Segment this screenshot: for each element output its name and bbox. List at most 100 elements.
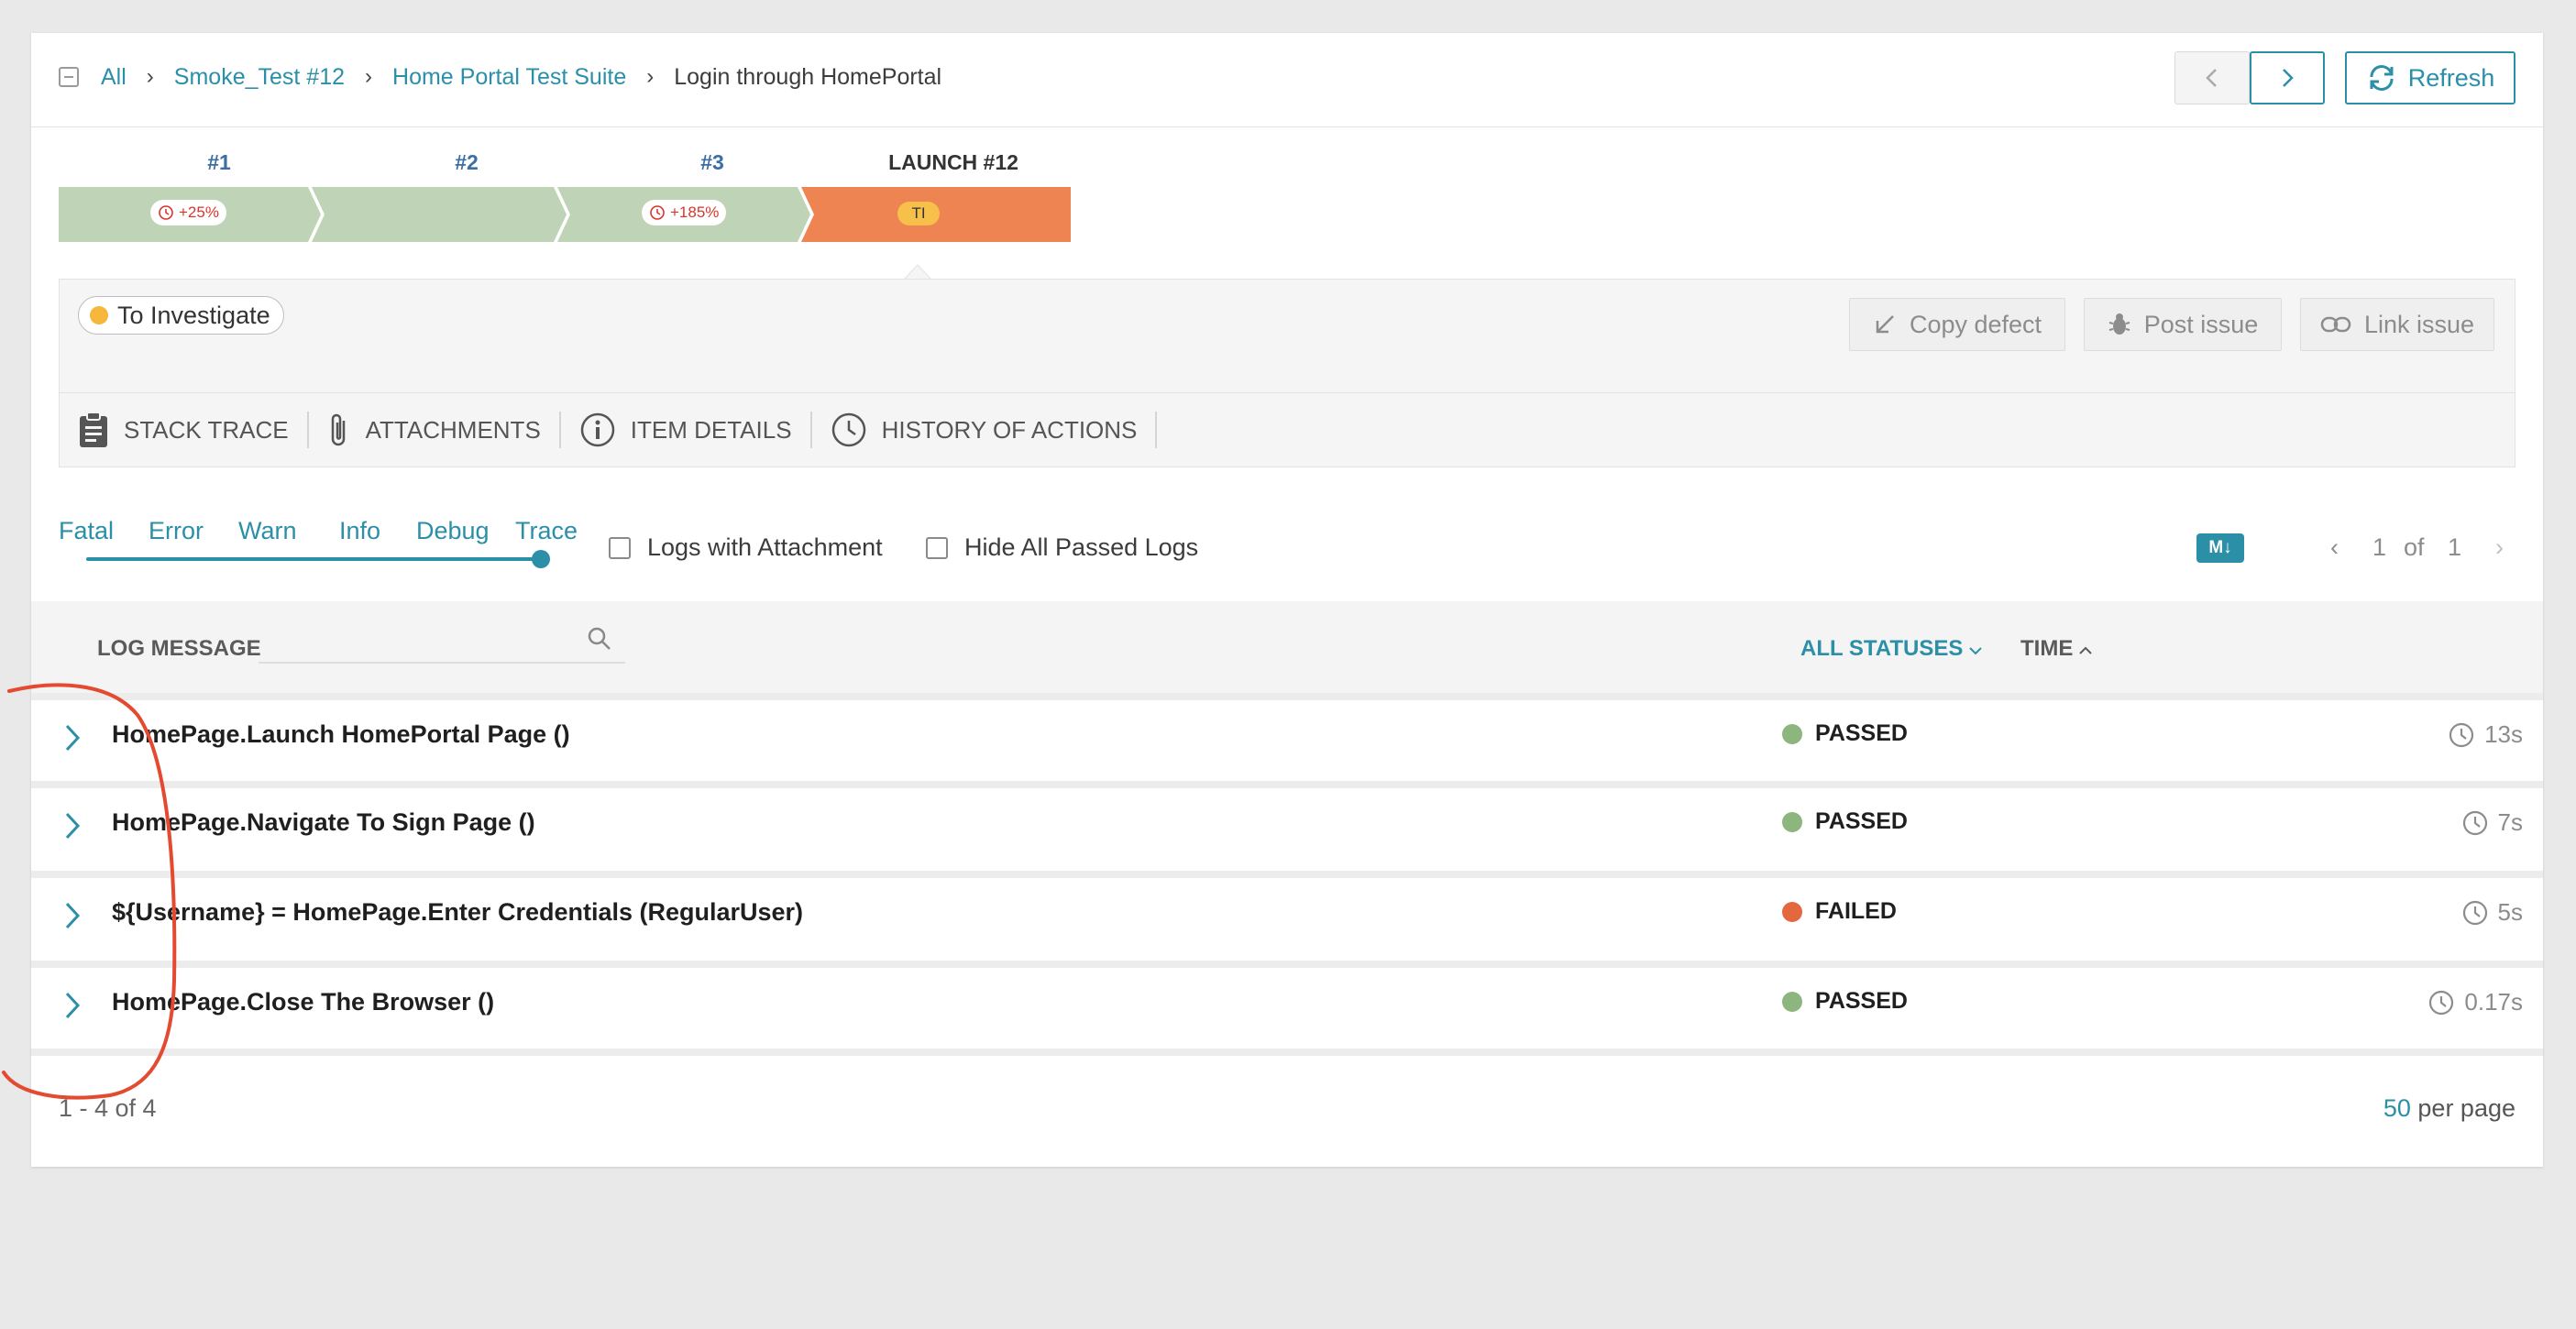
log-message-search-input[interactable] — [259, 662, 625, 664]
level-warn[interactable]: Warn — [238, 517, 297, 545]
history-duration-badge-3: +185% — [642, 200, 727, 225]
prev-item-button[interactable] — [2174, 51, 2250, 104]
history-delta-1: +25% — [179, 203, 219, 221]
log-duration: 5s — [2461, 898, 2523, 927]
status-dot — [1782, 811, 1802, 832]
tab-stack-trace[interactable]: STACK TRACE — [60, 412, 309, 448]
history-label-2[interactable]: #2 — [416, 150, 517, 175]
table-row[interactable]: HomePage.Close The Browser () PASSED 0.1… — [31, 961, 2543, 1049]
ti-badge: TI — [897, 202, 940, 225]
chevron-up-icon — [2079, 646, 2092, 654]
status-badge: PASSED — [1782, 988, 1908, 1015]
per-page-value[interactable]: 50 — [2383, 1094, 2411, 1122]
breadcrumb-suite[interactable]: Home Portal Test Suite — [392, 64, 626, 91]
next-item-button[interactable] — [2250, 51, 2325, 104]
status-dot — [1782, 901, 1802, 922]
refresh-icon — [2370, 65, 2394, 91]
status-badge: PASSED — [1782, 720, 1908, 747]
post-issue-button[interactable]: Post issue — [2084, 298, 2282, 351]
level-trace[interactable]: Trace — [515, 517, 578, 545]
item-tabs: STACK TRACE ATTACHMENTS ITEM DETAILS HIS… — [59, 392, 2515, 467]
logs-with-attachment-filter[interactable]: Logs with Attachment — [609, 533, 883, 562]
table-row[interactable]: HomePage.Navigate To Sign Page () PASSED… — [31, 781, 2543, 871]
hide-passed-filter[interactable]: Hide All Passed Logs — [926, 533, 1198, 562]
clock-icon — [2429, 990, 2454, 1015]
level-info[interactable]: Info — [339, 517, 380, 545]
tab-item-details[interactable]: ITEM DETAILS — [561, 412, 812, 448]
breadcrumb-all[interactable]: All — [101, 64, 127, 91]
per-page-label: per page — [2417, 1094, 2515, 1122]
link-issue-button[interactable]: Link issue — [2300, 298, 2494, 351]
chevron-right-icon: › — [365, 64, 373, 89]
chevron-down-icon — [1969, 647, 1982, 655]
tab-attachments-label: ATTACHMENTS — [365, 415, 541, 444]
markdown-toggle[interactable]: M↓ — [2196, 533, 2244, 563]
status-label: PASSED — [1815, 808, 1908, 834]
chevron-right-icon — [2283, 69, 2294, 87]
tab-attachments[interactable]: ATTACHMENTS — [309, 412, 561, 448]
hand-drawn-annotation — [2, 683, 177, 1100]
level-error[interactable]: Error — [149, 517, 204, 545]
defect-panel: To Investigate Copy defect Post issue Li… — [59, 279, 2515, 392]
chevron-left-icon — [2206, 69, 2217, 87]
hide-passed-checkbox[interactable] — [926, 536, 948, 559]
per-page-selector[interactable]: 50 per page — [2383, 1094, 2515, 1123]
bug-icon — [2108, 313, 2130, 335]
log-message: ${Username} = HomePage.Enter Credentials… — [112, 898, 804, 926]
pager-of: of — [2404, 533, 2425, 561]
arrow-down-left-icon — [1876, 315, 1894, 334]
select-all-checkbox[interactable] — [59, 67, 79, 87]
history-delta-3: +185% — [670, 203, 720, 221]
tab-history-of-actions[interactable]: HISTORY OF ACTIONS — [812, 412, 1158, 448]
search-icon[interactable] — [587, 626, 612, 652]
post-issue-label: Post issue — [2143, 310, 2259, 338]
history-step-2 — [312, 187, 567, 242]
log-view-card: All › Smoke_Test #12 › Home Portal Test … — [31, 33, 2543, 1167]
duration-value: 7s — [2497, 808, 2523, 836]
history-label-3[interactable]: #3 — [662, 150, 763, 175]
log-duration: 7s — [2461, 808, 2523, 837]
logs-with-attachment-checkbox[interactable] — [609, 536, 631, 559]
log-duration: 0.17s — [2427, 988, 2523, 1016]
level-debug[interactable]: Debug — [416, 517, 490, 545]
defect-type-label: To Investigate — [117, 301, 270, 329]
column-time-sort[interactable]: TIME — [2020, 636, 2092, 662]
tab-history-label: HISTORY OF ACTIONS — [881, 415, 1138, 444]
level-fatal[interactable]: Fatal — [59, 517, 114, 545]
pager-next[interactable]: › — [2495, 533, 2504, 562]
column-time-label: TIME — [2020, 636, 2074, 661]
panel-pointer — [904, 264, 931, 280]
status-badge: PASSED — [1782, 808, 1908, 835]
pager-current: 1 — [2372, 533, 2387, 561]
status-dot — [1782, 991, 1802, 1012]
column-statuses-filter[interactable]: ALL STATUSES — [1800, 636, 1982, 662]
column-statuses-label: ALL STATUSES — [1800, 636, 1964, 661]
hide-passed-label: Hide All Passed Logs — [964, 533, 1199, 561]
paperclip-icon — [331, 413, 345, 446]
log-level-handle[interactable] — [532, 550, 550, 568]
breadcrumb-bar: All › Smoke_Test #12 › Home Portal Test … — [31, 33, 2543, 127]
breadcrumb-launch[interactable]: Smoke_Test #12 — [174, 64, 345, 91]
column-log-message: LOG MESSAGE — [97, 636, 261, 661]
link-icon — [2320, 316, 2351, 333]
logs-with-attachment-label: Logs with Attachment — [647, 533, 883, 561]
clipboard-icon — [80, 412, 107, 447]
table-row[interactable]: ${Username} = HomePage.Enter Credentials… — [31, 871, 2543, 961]
log-duration: 13s — [2448, 720, 2523, 749]
copy-defect-button[interactable]: Copy defect — [1849, 298, 2065, 351]
tab-stack-trace-label: STACK TRACE — [124, 415, 289, 444]
defect-type-pill[interactable]: To Investigate — [78, 296, 284, 335]
clock-icon — [2462, 810, 2487, 835]
copy-defect-label: Copy defect — [1909, 310, 2042, 338]
info-icon — [580, 412, 615, 447]
clock-icon — [159, 205, 173, 220]
refresh-button[interactable]: Refresh — [2345, 51, 2515, 104]
status-label: PASSED — [1815, 988, 1908, 1014]
log-level-track[interactable] — [86, 557, 541, 561]
table-row[interactable]: HomePage.Launch HomePortal Page () PASSE… — [31, 693, 2543, 781]
link-issue-label: Link issue — [2363, 310, 2475, 338]
history-label-1[interactable]: #1 — [169, 150, 270, 175]
status-dot — [1782, 723, 1802, 744]
duration-value: 0.17s — [2464, 988, 2523, 1016]
pager-prev[interactable]: ‹ — [2330, 533, 2339, 562]
